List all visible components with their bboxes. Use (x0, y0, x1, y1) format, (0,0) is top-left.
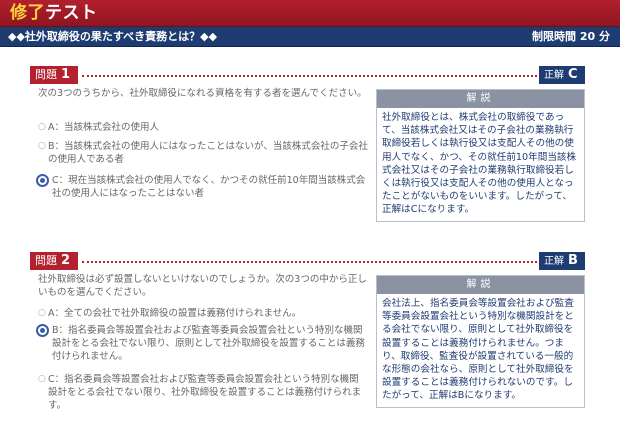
option-text: B：指名委員会等設置会社および監査等委員会設置会社という特別な機関設計をとる会社… (52, 325, 365, 362)
question-number: 2 (61, 253, 71, 268)
test-subtitle: ◆◆社外取締役の果たすべき責務とは？◆◆ (8, 30, 218, 43)
question-label-text: 問題 (35, 68, 57, 81)
option-1b[interactable]: ○ B：当該株式会社の使用人にはなったことはないが、当該株式会社の子会社の使用人… (38, 140, 368, 166)
subtitle-bar: ◆◆社外取締役の果たすべき責務とは？◆◆ 制限時間 20 分 (0, 27, 620, 47)
option-text: B：当該株式会社の使用人にはなったことはないが、当該株式会社の子会社の使用人であ… (48, 141, 368, 165)
answer-letter: C (568, 67, 578, 82)
radio-icon[interactable]: ○ (38, 373, 46, 386)
question-2-header: 問題 2 正解 B (30, 252, 585, 270)
time-limit: 制限時間 20 分 (532, 30, 610, 43)
answer-label-text: 正解 (544, 70, 564, 81)
explanation-body: 社外取締役とは、株式会社の取締役であって、当該株式会社又はその子会社の業務執行取… (382, 112, 577, 216)
radio-selected-icon[interactable] (36, 324, 49, 337)
option-2c[interactable]: ○ C：指名委員会等設置会社および監査等委員会設置会社という特別な機関設計をとる… (38, 373, 368, 412)
page-title: 修了テスト (10, 2, 98, 24)
question-1-header: 問題 1 正解 C (30, 66, 585, 84)
question-1-label: 問題 1 (30, 66, 78, 84)
answer-1-label: 正解 C (539, 66, 585, 84)
question-number: 1 (61, 67, 71, 82)
option-text: A：全ての会社で社外取締役の設置は義務付けられません。 (48, 308, 302, 319)
option-text: C：現在当該株式会社の使用人でなく、かつその就任前10年間当該株式会社の使用人に… (52, 175, 366, 199)
radio-icon[interactable]: ○ (38, 140, 46, 153)
option-1a[interactable]: ○ A：当該株式会社の使用人 (38, 121, 368, 134)
question-label-text: 問題 (35, 254, 57, 267)
question-1: 問題 1 正解 C 次の3つのうちから、社外取締役になれる資格を有する者を選んでくだ… (30, 66, 585, 222)
option-text: C：指名委員会等設置会社および監査等委員会設置会社という特別な機関設計をとる会社… (48, 374, 362, 411)
answer-label-text: 正解 (544, 256, 564, 267)
option-2a[interactable]: ○ A：全ての会社で社外取締役の設置は義務付けられません。 (38, 307, 368, 320)
question-2-text: 社外取締役は必ず設置しないといけないのでしょうか。次の3つの中から正しいものを選… (38, 274, 367, 298)
explanation-2: 解説 会社法上、指名委員会等設置会社および監査等委員会設置会社という特別な機関設… (376, 275, 585, 408)
page-title-rest: テスト (45, 3, 98, 23)
page-title-highlight: 修了 (10, 3, 45, 23)
dotted-divider (82, 75, 537, 77)
radio-icon[interactable]: ○ (38, 307, 46, 320)
answer-letter: B (568, 253, 578, 268)
explanation-header: 解説 (377, 276, 584, 294)
explanation-header: 解説 (377, 90, 584, 108)
question-2-label: 問題 2 (30, 252, 78, 270)
title-bar: 修了テスト (0, 0, 620, 27)
dotted-divider (82, 261, 537, 263)
radio-icon[interactable]: ○ (38, 121, 46, 134)
option-2b[interactable]: B：指名委員会等設置会社および監査等委員会設置会社という特別な機関設計をとる会社… (36, 324, 368, 363)
answer-2-label: 正解 B (539, 252, 585, 270)
question-2: 問題 2 正解 B 社外取締役は必ず設置しないといけないのでしょうか。次の3つの中か… (30, 252, 585, 411)
question-1-text: 次の3つのうちから、社外取締役になれる資格を有する者を選んでください。 (38, 88, 367, 99)
option-1c[interactable]: C：現在当該株式会社の使用人でなく、かつその就任前10年間当該株式会社の使用人に… (36, 174, 368, 200)
option-text: A：当該株式会社の使用人 (48, 122, 159, 133)
explanation-body: 会社法上、指名委員会等設置会社および監査等委員会設置会社という特別な機関設計をと… (382, 298, 574, 402)
explanation-1: 解説 社外取締役とは、株式会社の取締役であって、当該株式会社又はその子会社の業務… (376, 89, 585, 222)
radio-selected-icon[interactable] (36, 174, 49, 187)
